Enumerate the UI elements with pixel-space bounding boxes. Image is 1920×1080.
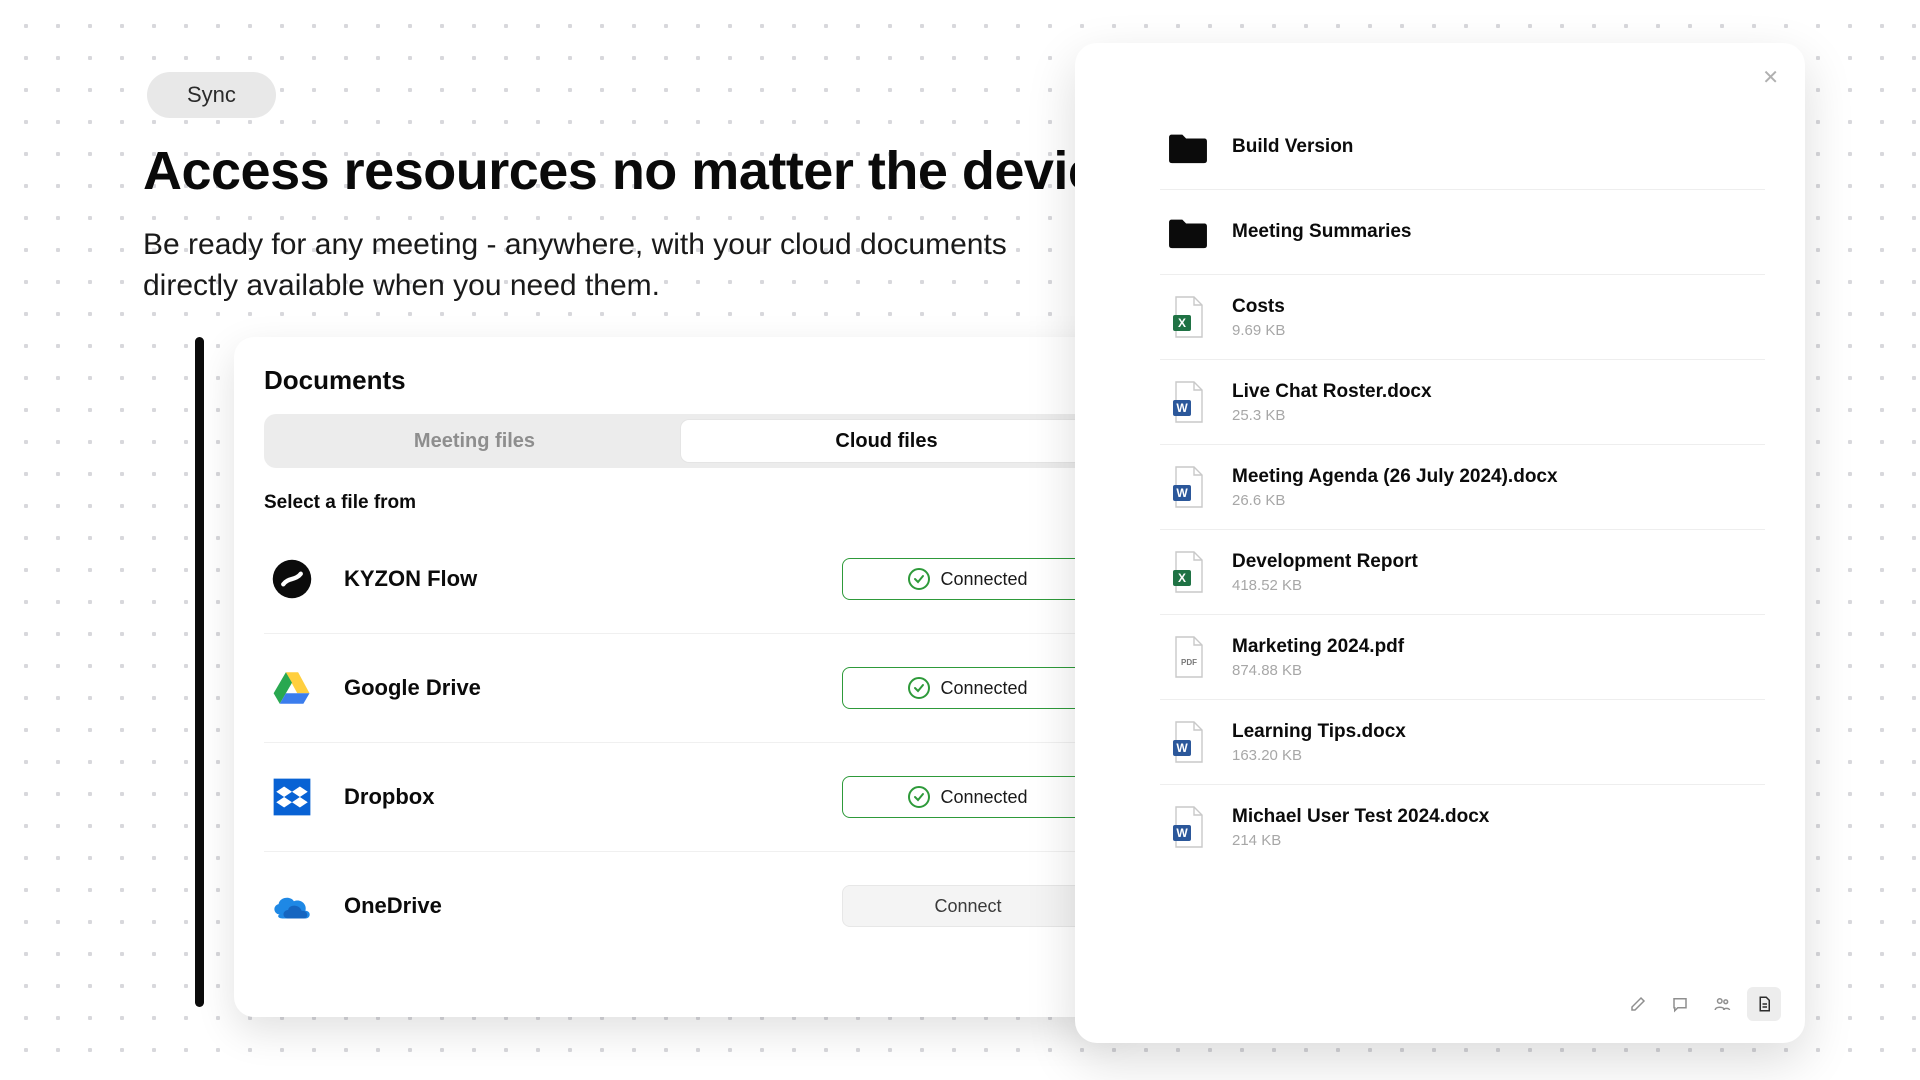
- file-row[interactable]: Learning Tips.docx 163.20 KB: [1160, 700, 1765, 785]
- tab-bar: Meeting files Cloud files: [264, 414, 1098, 468]
- tab-cloud-files[interactable]: Cloud files: [680, 419, 1093, 463]
- file-name: Development Report: [1232, 551, 1418, 573]
- people-icon[interactable]: [1705, 987, 1739, 1021]
- docx-file-icon: [1166, 380, 1210, 424]
- file-size: 874.88 KB: [1232, 662, 1404, 679]
- check-icon: [908, 786, 930, 808]
- status-label: Connected: [940, 569, 1027, 590]
- docx-file-icon: [1166, 465, 1210, 509]
- kyzon-status-button[interactable]: Connected: [842, 558, 1094, 600]
- file-name: Build Version: [1232, 136, 1353, 158]
- edit-icon[interactable]: [1621, 987, 1655, 1021]
- file-row[interactable]: Build Version: [1160, 105, 1765, 190]
- file-name: Meeting Summaries: [1232, 221, 1412, 243]
- select-file-label: Select a file from: [264, 492, 416, 514]
- close-icon[interactable]: ✕: [1762, 65, 1779, 90]
- page-headline: Access resources no matter the device: [143, 140, 1127, 202]
- google-drive-icon: [268, 664, 316, 712]
- provider-row-dropbox[interactable]: Dropbox Connected: [264, 743, 1098, 852]
- status-label: Connect: [934, 896, 1001, 917]
- provider-name: Google Drive: [344, 675, 481, 701]
- status-label: Connected: [940, 787, 1027, 808]
- dropbox-status-button[interactable]: Connected: [842, 776, 1094, 818]
- onedrive-connect-button[interactable]: Connect: [842, 885, 1094, 927]
- folder-icon: [1166, 210, 1210, 254]
- file-size: 25.3 KB: [1232, 407, 1432, 424]
- page-subhead: Be ready for any meeting - anywhere, wit…: [143, 225, 1023, 306]
- file-name: Marketing 2024.pdf: [1232, 636, 1404, 658]
- docx-file-icon: [1166, 805, 1210, 849]
- provider-name: KYZON Flow: [344, 566, 477, 592]
- xlsx-file-icon: [1166, 550, 1210, 594]
- file-size: 163.20 KB: [1232, 747, 1406, 764]
- provider-row-kyzon[interactable]: KYZON Flow Connected: [264, 525, 1098, 634]
- document-icon[interactable]: [1747, 987, 1781, 1021]
- file-size: 418.52 KB: [1232, 577, 1418, 594]
- check-icon: [908, 568, 930, 590]
- gdrive-status-button[interactable]: Connected: [842, 667, 1094, 709]
- file-size: 9.69 KB: [1232, 322, 1285, 339]
- kyzon-icon: [268, 555, 316, 603]
- status-label: Connected: [940, 678, 1027, 699]
- dropbox-icon: [268, 773, 316, 821]
- provider-name: Dropbox: [344, 784, 434, 810]
- file-size: 214 KB: [1232, 832, 1489, 849]
- documents-title: Documents: [264, 365, 1098, 396]
- provider-row-gdrive[interactable]: Google Drive Connected: [264, 634, 1098, 743]
- check-icon: [908, 677, 930, 699]
- xlsx-file-icon: [1166, 295, 1210, 339]
- file-row[interactable]: Live Chat Roster.docx 25.3 KB: [1160, 360, 1765, 445]
- file-row[interactable]: Michael User Test 2024.docx 214 KB: [1160, 785, 1765, 869]
- docx-file-icon: [1166, 720, 1210, 764]
- file-row[interactable]: Costs 9.69 KB: [1160, 275, 1765, 360]
- chat-icon[interactable]: [1663, 987, 1697, 1021]
- file-row[interactable]: Development Report 418.52 KB: [1160, 530, 1765, 615]
- file-name: Meeting Agenda (26 July 2024).docx: [1232, 466, 1558, 488]
- file-size: 26.6 KB: [1232, 492, 1558, 509]
- sync-badge: Sync: [147, 72, 276, 118]
- documents-panel: Documents ✕ Meeting files Cloud files Se…: [234, 337, 1128, 1017]
- onedrive-icon: [268, 882, 316, 930]
- tab-meeting-files[interactable]: Meeting files: [269, 419, 680, 463]
- file-row[interactable]: Marketing 2024.pdf 874.88 KB: [1160, 615, 1765, 700]
- folder-icon: [1166, 125, 1210, 169]
- file-name: Michael User Test 2024.docx: [1232, 806, 1489, 828]
- file-row[interactable]: Meeting Summaries: [1160, 190, 1765, 275]
- notch-handle: [195, 337, 204, 1007]
- file-list-panel: ✕ Build Version Meeting Summaries Costs 9.6…: [1075, 43, 1805, 1043]
- pdf-file-icon: [1166, 635, 1210, 679]
- provider-name: OneDrive: [344, 893, 442, 919]
- file-row[interactable]: Meeting Agenda (26 July 2024).docx 26.6 K…: [1160, 445, 1765, 530]
- file-name: Learning Tips.docx: [1232, 721, 1406, 743]
- file-name: Live Chat Roster.docx: [1232, 381, 1432, 403]
- file-name: Costs: [1232, 296, 1285, 318]
- provider-row-onedrive[interactable]: OneDrive Connect: [264, 852, 1098, 960]
